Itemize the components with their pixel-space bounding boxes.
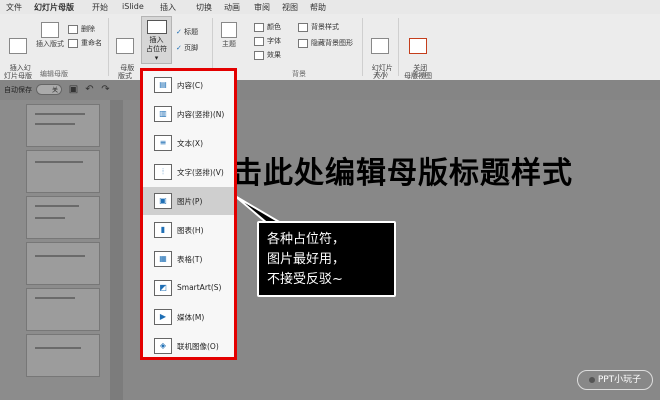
chevron-down-icon: ▾ xyxy=(154,54,159,62)
slide-thumbnail[interactable] xyxy=(26,288,100,331)
fonts-icon xyxy=(254,36,264,46)
menu-item-media[interactable]: ▶ 媒体(M) xyxy=(143,303,234,331)
slide-thumbnail-pane xyxy=(0,100,110,400)
insert-slide-master-icon xyxy=(9,38,27,54)
master-layout-button[interactable]: 母版 版式 xyxy=(112,22,138,80)
group-label-edit-master: 编辑母版 xyxy=(40,70,68,78)
tab-view[interactable]: 视图 xyxy=(282,2,298,13)
slide-thumbnail[interactable] xyxy=(26,104,100,147)
smartart-icon: ◩ xyxy=(154,280,172,296)
insert-layout-icon xyxy=(41,22,59,38)
ribbon-separator xyxy=(108,18,109,76)
autosave-toggle[interactable]: 关 xyxy=(36,84,62,95)
delete-icon xyxy=(68,24,78,34)
insert-layout-button[interactable]: 插入版式 xyxy=(34,22,66,48)
annotation-callout: 各种占位符， 图片最好用， 不接受反驳~ xyxy=(257,221,396,297)
master-title-placeholder[interactable]: 击此处编辑母版标题样式 xyxy=(232,148,573,192)
ribbon-separator xyxy=(398,18,399,76)
tab-transitions[interactable]: 切换 xyxy=(196,2,212,13)
rename-icon xyxy=(68,38,78,48)
delete-button[interactable]: 删除 xyxy=(68,24,95,34)
chart-icon: ▮ xyxy=(154,222,172,238)
logo-icon xyxy=(588,376,595,383)
hide-background-checkbox[interactable]: 隐藏背景图形 xyxy=(298,38,353,48)
save-icon[interactable]: ▣ xyxy=(68,84,79,95)
group-label-close: 关闭 xyxy=(412,70,426,78)
colors-icon xyxy=(254,22,264,32)
slide-thumbnail[interactable] xyxy=(26,334,100,377)
master-layout-icon xyxy=(116,38,134,54)
quick-access-toolbar: 自动保存 xyxy=(0,80,660,100)
theme-icon xyxy=(221,22,237,38)
slide-size-icon xyxy=(371,38,389,54)
tab-home[interactable]: 开始 xyxy=(92,2,108,13)
autosave-label: 自动保存 xyxy=(4,86,32,94)
slide-thumbnail[interactable] xyxy=(26,150,100,193)
tab-review[interactable]: 审阅 xyxy=(254,2,270,13)
table-icon: ▦ xyxy=(154,251,172,267)
ribbon-separator xyxy=(362,18,363,76)
undo-icon[interactable]: ↶ xyxy=(84,84,95,95)
menu-item-table[interactable]: ▦ 表格(T) xyxy=(143,245,234,273)
close-master-icon xyxy=(409,38,427,54)
effects-dropdown[interactable]: 效果 xyxy=(254,50,281,60)
callout-text: 各种占位符， 图片最好用， 不接受反驳~ xyxy=(267,232,346,287)
colors-dropdown[interactable]: 颜色 xyxy=(254,22,281,32)
tab-insert[interactable]: 插入 xyxy=(160,2,176,13)
tab-islide[interactable]: iSlide xyxy=(122,2,144,11)
menu-item-text[interactable]: ≡ 文本(X) xyxy=(143,129,234,157)
watermark-badge: PPT小玩子 xyxy=(577,370,653,390)
footer-checkbox[interactable]: ✓ 页脚 xyxy=(176,43,198,53)
tab-animations[interactable]: 动画 xyxy=(224,2,240,13)
text-vertical-icon: ⦙ xyxy=(154,164,172,180)
menu-item-chart[interactable]: ▮ 图表(H) xyxy=(143,216,234,244)
picture-icon: ▣ xyxy=(154,193,172,209)
content-icon: ▤ xyxy=(154,77,172,93)
text-icon: ≡ xyxy=(154,135,172,151)
media-icon: ▶ xyxy=(154,309,172,325)
tab-help[interactable]: 帮助 xyxy=(310,2,326,13)
menu-item-picture[interactable]: ▣ 图片(P) xyxy=(143,187,234,215)
fonts-dropdown[interactable]: 字体 xyxy=(254,36,281,46)
checkmark-icon: ✓ xyxy=(176,44,182,52)
redo-icon[interactable]: ↷ xyxy=(100,84,111,95)
background-styles-icon xyxy=(298,22,308,32)
menu-item-text-vertical[interactable]: ⦙ 文字(竖排)(V) xyxy=(143,158,234,186)
menu-item-content-vertical[interactable]: ▥ 内容(竖排)(N) xyxy=(143,100,234,128)
online-picture-icon: ◈ xyxy=(154,338,172,354)
checkbox-icon xyxy=(298,38,308,48)
insert-placeholder-button[interactable]: 插入 占位符 ▾ xyxy=(141,16,172,64)
group-label-size: 大小 xyxy=(374,70,388,78)
group-label-background: 背景 xyxy=(292,70,306,78)
insert-placeholder-icon xyxy=(146,20,167,34)
theme-button[interactable]: 主题 xyxy=(218,22,240,48)
insert-slide-master-button[interactable]: 插入幻 灯片母版 xyxy=(4,22,32,80)
slide-thumbnail[interactable] xyxy=(26,196,100,239)
menu-item-content[interactable]: ▤ 内容(C) xyxy=(143,71,234,99)
title-checkbox[interactable]: ✓ 标题 xyxy=(176,27,198,37)
rename-button[interactable]: 重命名 xyxy=(68,38,102,48)
menu-item-online-picture[interactable]: ◈ 联机图像(O) xyxy=(143,332,234,360)
ribbon-tabs: 文件 幻灯片母版 开始 iSlide 插入 切换 动画 审阅 视图 帮助 xyxy=(0,0,660,16)
checkmark-icon: ✓ xyxy=(176,28,182,36)
effects-icon xyxy=(254,50,264,60)
background-styles-dropdown[interactable]: 背景样式 xyxy=(298,22,339,32)
content-vertical-icon: ▥ xyxy=(154,106,172,122)
tab-file[interactable]: 文件 xyxy=(6,2,22,13)
insert-placeholder-dropdown: ▤ 内容(C) ▥ 内容(竖排)(N) ≡ 文本(X) ⦙ 文字(竖排)(V) … xyxy=(140,68,237,360)
slide-thumbnail[interactable] xyxy=(26,242,100,285)
menu-item-smartart[interactable]: ◩ SmartArt(S) xyxy=(143,274,234,302)
